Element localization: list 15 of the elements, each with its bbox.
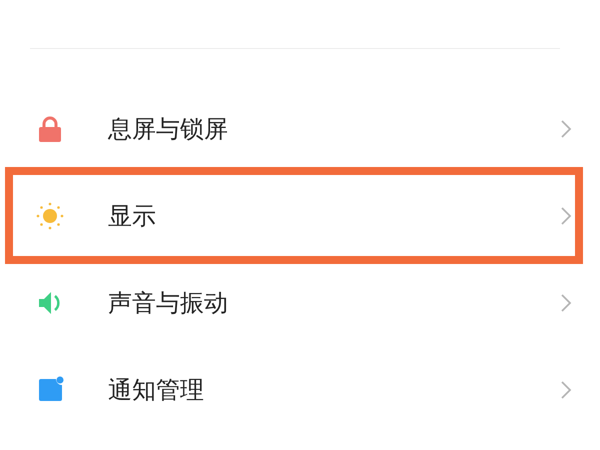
settings-row[interactable]: 声音与振动: [10, 259, 578, 346]
setting-label: 通知管理: [108, 374, 205, 406]
settings-row[interactable]: 息屏与锁屏: [10, 85, 578, 172]
chevron-right-icon: [560, 206, 572, 226]
sun-icon: [36, 202, 64, 230]
lock-icon: [36, 114, 64, 142]
chevron-right-icon: [560, 118, 572, 138]
setting-label: 声音与振动: [108, 288, 229, 318]
setting-label: 显示: [108, 200, 157, 232]
notification-icon: [36, 376, 64, 404]
settings-row[interactable]: 显示: [10, 172, 578, 259]
chevron-right-icon: [560, 380, 572, 400]
chevron-right-icon: [560, 292, 572, 312]
settings-row[interactable]: 通知管理: [10, 346, 578, 433]
setting-label: 息屏与锁屏: [108, 114, 229, 144]
